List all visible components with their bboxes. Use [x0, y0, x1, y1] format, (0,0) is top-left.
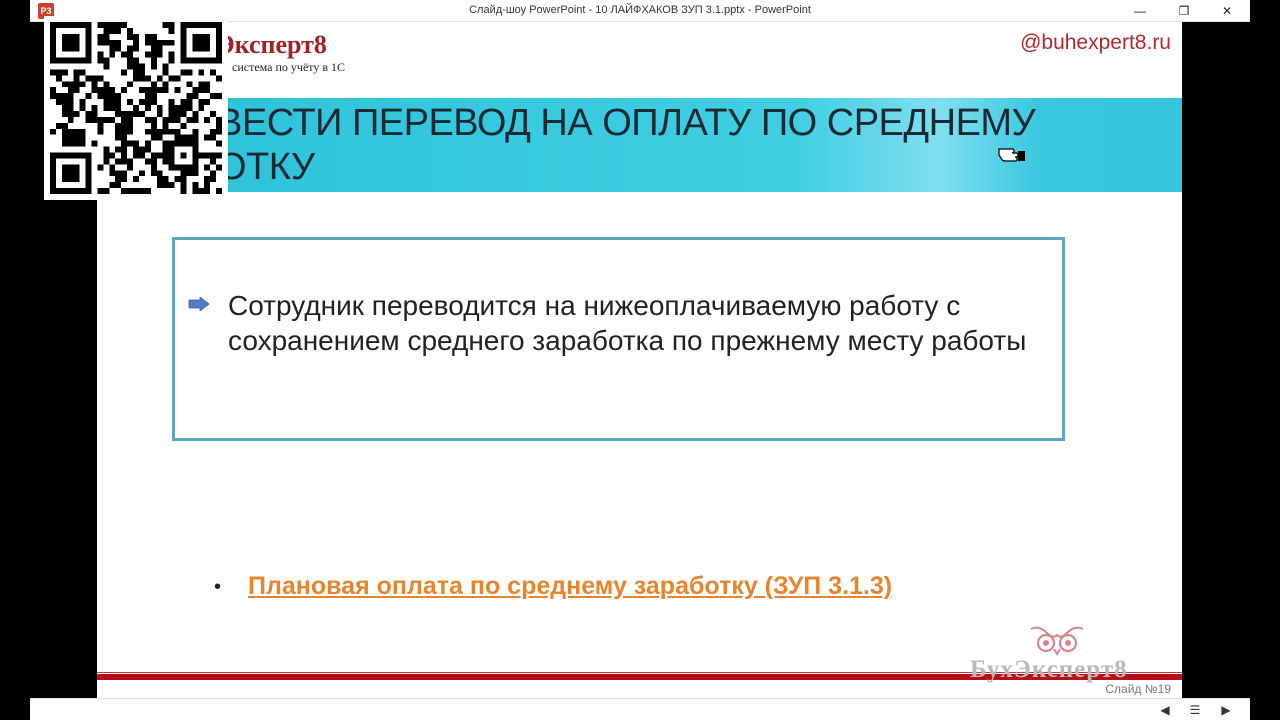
window-title: Слайд-шоу PowerPoint - 10 ЛАЙФХАКОВ ЗУП … [469, 4, 811, 16]
slide-title-line1: ВЕСТИ ПЕРЕВОД НА ОПЛАТУ ПО СРЕДНЕМУ [217, 102, 1036, 144]
qr-code [44, 16, 228, 200]
previous-slide-button[interactable]: ◀ [1157, 702, 1173, 718]
close-button[interactable]: ✕ [1204, 0, 1250, 22]
arrow-bullet-icon [188, 297, 210, 311]
article-link[interactable]: Плановая оплата по среднему заработку (З… [248, 572, 892, 601]
slide-title: ВЕСТИ ПЕРЕВОД НА ОПЛАТУ ПО СРЕДНЕМУ ОТКУ [217, 101, 1037, 189]
brand-watermark: БухЭксперт8 [970, 656, 1128, 683]
content-text: Сотрудник переводится на нижеоплачиваему… [228, 290, 1027, 356]
qr-code-pattern [50, 22, 222, 194]
slideshow-menu-button[interactable]: ☰ [1187, 702, 1203, 718]
slide[interactable]: Эксперт8 система по учёту в 1С @buhexper… [97, 22, 1182, 698]
company-tagline: система по учёту в 1С [232, 60, 346, 74]
contact-handle: @buhexpert8.ru [1020, 31, 1171, 54]
slideshow-statusbar: ◀ ☰ ▶ [30, 698, 1250, 720]
list-bullet: • [214, 576, 222, 598]
hand-cursor-icon [998, 148, 1025, 162]
slide-title-line2: ОТКУ [217, 146, 315, 188]
next-slide-button[interactable]: ▶ [1218, 702, 1234, 718]
owl-logo-icon [1030, 626, 1084, 656]
slide-number: Слайд №19 [1105, 682, 1171, 696]
company-logo: Эксперт8 [217, 30, 327, 59]
minimize-button[interactable]: — [1117, 0, 1163, 22]
title-banner: ВЕСТИ ПЕРЕВОД НА ОПЛАТУ ПО СРЕДНЕМУ ОТКУ [217, 98, 1182, 192]
restore-button[interactable]: ❐ [1161, 0, 1207, 22]
content-box: Сотрудник переводится на нижеоплачиваему… [172, 237, 1065, 441]
